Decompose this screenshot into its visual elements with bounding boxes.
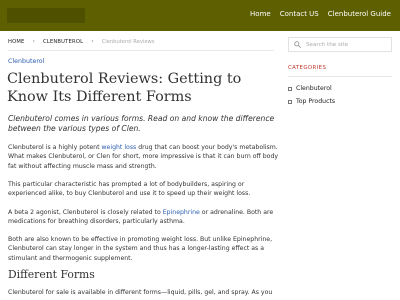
category-link-top-products[interactable]: Top Products [296,98,335,105]
category-item: Top Products [288,95,335,108]
divider [8,50,274,51]
text-span: Clenbuterol is a highly potent [8,144,102,151]
text-span: A beta 2 agonist, Clenbuterol is closely… [8,209,163,216]
article-lead: Clenbuterol comes in various forms. Read… [8,114,275,133]
search-input[interactable] [306,41,386,48]
category-link-clenbuterol[interactable]: Clenbuterol [296,85,332,92]
article-paragraph: A beta 2 agonist, Clenbuterol is closely… [8,208,280,227]
breadcrumb: HOME › CLENBUTEROL › Clenbuterol Reviews [8,38,154,45]
epinephrine-link[interactable]: Epinephrine [163,209,200,216]
categories-title: CATEGORIES [288,65,327,71]
site-logo[interactable] [7,8,85,23]
breadcrumb-current: Clenbuterol Reviews [101,38,155,45]
main-nav: Home Contact US Clenbuterol Guide [250,10,391,19]
breadcrumb-separator: › [32,38,35,45]
folder-icon [288,86,292,91]
category-item: Clenbuterol [288,82,335,95]
categories-list: Clenbuterol Top Products [288,82,335,108]
breadcrumb-home[interactable]: HOME [8,39,25,45]
article-paragraph: Clenbuterol for sale is available in dif… [8,289,273,296]
search-box [288,37,392,52]
divider [288,76,392,77]
article-paragraph: Both are also known to be effective in p… [8,236,273,262]
breadcrumb-clenbuterol[interactable]: CLENBUTEROL [43,39,83,45]
site-header: Home Contact US Clenbuterol Guide [0,0,400,31]
article-paragraph: This particular characteristic has promp… [8,181,251,198]
weight-loss-link[interactable]: weight loss [102,144,137,151]
breadcrumb-separator: › [91,38,94,45]
article-category-link[interactable]: Clenbuterol [8,58,44,65]
nav-contact-us[interactable]: Contact US [280,10,319,19]
article-paragraph: Clenbuterol is a highly potent weight lo… [8,143,280,171]
nav-home[interactable]: Home [250,10,271,19]
folder-icon [288,99,292,104]
section-heading: Different Forms [8,268,95,281]
nav-clenbuterol-guide[interactable]: Clenbuterol Guide [328,10,391,19]
search-icon[interactable] [294,41,301,48]
article-title: Clenbuterol Reviews: Getting to Know Its… [7,71,242,105]
